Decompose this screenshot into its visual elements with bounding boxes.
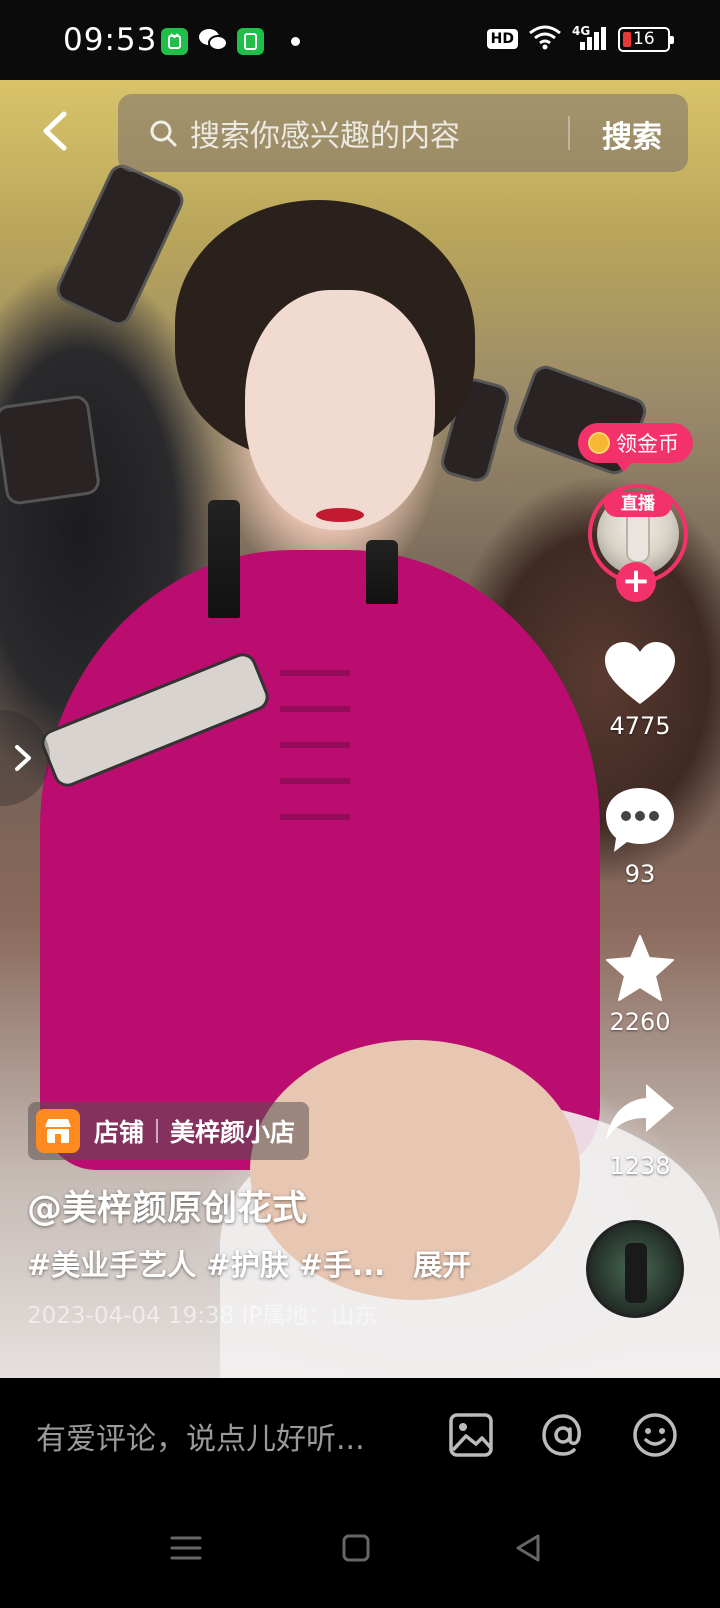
status-bar: 09:53 HD 4G 16 [0,0,720,80]
shop-label: 店铺 [94,1118,145,1147]
coin-icon [588,432,610,454]
wechat-icon [198,26,228,58]
mention-icon[interactable] [538,1410,588,1460]
author-name[interactable]: @美梓颜原创花式 [27,1180,307,1231]
menu-icon[interactable] [168,1530,204,1566]
expand-button[interactable]: 展开 [413,1248,471,1282]
app-notification-icon [161,28,188,55]
star-icon [606,935,674,1001]
divider [568,116,570,150]
coin-label: 领金币 [616,432,679,456]
follow-button[interactable]: + [616,562,656,602]
search-bar[interactable]: 搜索你感兴趣的内容 搜索 [118,94,688,172]
share-count: 1238 [609,1152,671,1180]
heart-icon [605,642,675,704]
status-right: HD 4G 16 [486,24,674,54]
audience-phone [52,160,188,330]
earring-left [208,500,240,618]
shop-icon [36,1109,80,1153]
app-notification-icon [237,28,264,55]
comment-icon [606,788,674,852]
presenter-face [245,290,435,530]
comment-bar: 有爱评论，说点儿好听... [0,1378,720,1488]
presenter-lips [316,508,364,522]
image-icon[interactable] [446,1410,496,1460]
home-icon[interactable] [338,1530,374,1566]
battery-icon: 16 [618,26,674,52]
back-triangle-icon[interactable] [510,1530,546,1566]
share-button[interactable]: 1238 [600,1080,680,1180]
shop-tag[interactable]: 店铺 美梓颜小店 [28,1102,310,1160]
like-button[interactable]: 4775 [600,640,680,740]
emoji-icon[interactable] [630,1410,680,1460]
audience-phone [0,393,102,507]
search-button[interactable]: 搜索 [602,112,662,156]
live-badge: 直播 [604,491,672,517]
comment-count: 93 [624,860,656,888]
like-count: 4775 [609,712,671,740]
status-time: 09:53 [63,22,158,58]
signal-icon: 4G [572,24,608,52]
earring-right [366,540,398,604]
chevron-left-icon [43,111,67,151]
dot-icon [291,37,300,46]
share-icon [606,1084,674,1140]
post-description: #美业手艺人 #护肤 #手... 展开 [27,1242,471,1284]
post-meta: 2023-04-04 19:38 IP属地：山东 [27,1303,378,1329]
back-button[interactable] [34,108,80,154]
coin-reward-badge[interactable]: 领金币 [578,423,693,472]
comment-input[interactable]: 有爱评论，说点儿好听... [36,1414,365,1458]
system-nav-bar [0,1488,720,1608]
network-type: 4G [572,24,591,38]
shop-name: 美梓颜小店 [170,1118,296,1147]
divider [156,1119,159,1143]
wifi-icon [528,24,562,54]
battery-level: 16 [633,29,655,49]
favorite-button[interactable]: 2260 [600,934,680,1036]
comment-button[interactable]: 93 [600,786,680,888]
hd-icon: HD [486,29,518,49]
music-disc[interactable] [586,1220,684,1318]
search-icon [150,120,177,147]
chevron-right-icon [15,745,31,771]
search-input[interactable]: 搜索你感兴趣的内容 [190,111,460,155]
hashtags[interactable]: #美业手艺人 #护肤 #手... [27,1248,385,1282]
favorite-count: 2260 [609,1008,671,1036]
